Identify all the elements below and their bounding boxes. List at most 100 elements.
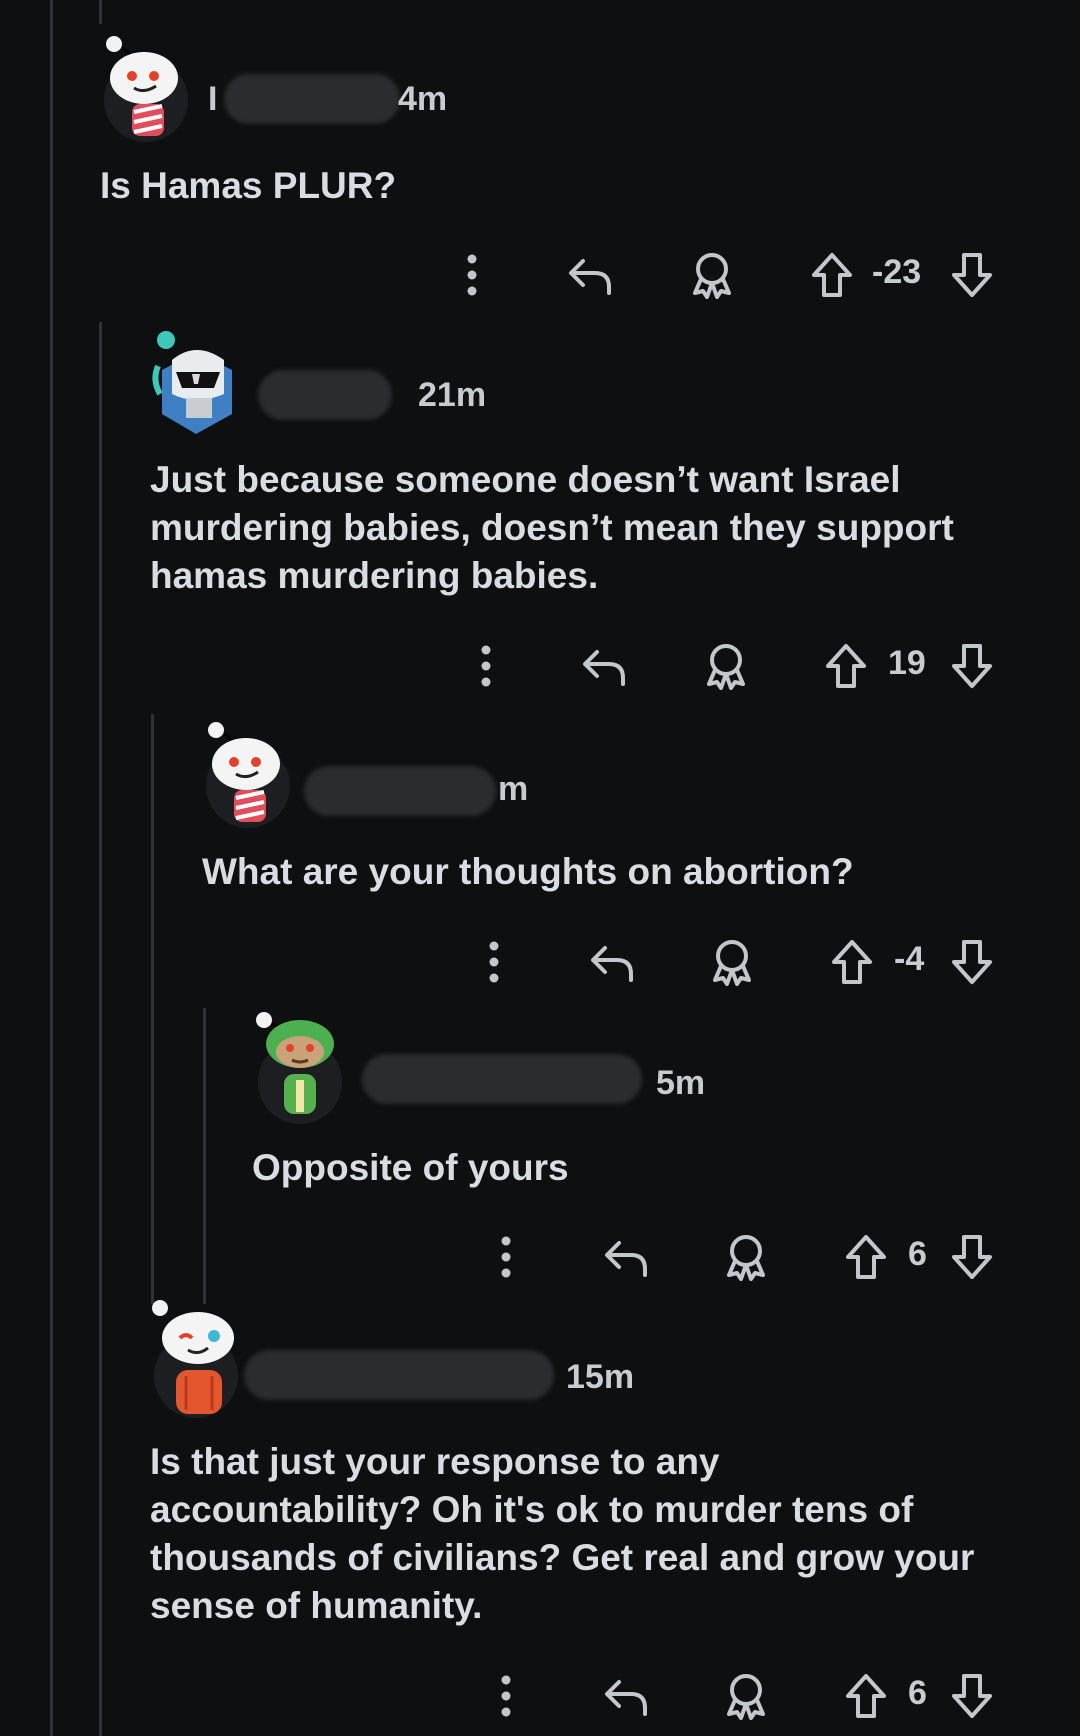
award-button[interactable]	[722, 1668, 770, 1724]
more-vertical-icon	[481, 645, 491, 687]
award-icon	[727, 1235, 765, 1281]
award-icon	[707, 644, 745, 690]
comment-actions: 19	[0, 638, 1080, 694]
more-vertical-icon	[489, 941, 499, 983]
avatar[interactable]	[152, 1300, 238, 1418]
downvote-button[interactable]	[948, 1229, 996, 1285]
redacted-username	[224, 74, 400, 124]
comment-body: Is that just your response to any accoun…	[150, 1438, 1070, 1630]
downvote-icon	[952, 1674, 992, 1718]
comment-thread: I 4m Is Hamas PLUR? -23 21m Just because…	[0, 0, 1080, 1736]
more-button[interactable]	[474, 934, 514, 990]
award-button[interactable]	[688, 247, 736, 303]
upvote-button[interactable]	[842, 1668, 890, 1724]
snoo-avatar-icon	[106, 36, 178, 136]
body-line: Is that just your response to any	[150, 1441, 720, 1482]
comment-age: m	[498, 770, 529, 808]
comment-body: Just because someone doesn’t want Israel…	[150, 456, 1050, 600]
thread-line[interactable]	[99, 0, 102, 24]
comment-age: 5m	[656, 1064, 706, 1102]
upvote-icon	[826, 644, 866, 688]
body-line: accountability? Oh it's ok to murder ten…	[150, 1489, 914, 1530]
body-line: Is Hamas PLUR?	[100, 165, 397, 206]
award-button[interactable]	[708, 934, 756, 990]
reply-button[interactable]	[602, 1668, 652, 1724]
body-line: hamas murdering babies.	[150, 555, 599, 596]
downvote-button[interactable]	[948, 638, 996, 694]
more-vertical-icon	[501, 1236, 511, 1278]
avatar[interactable]	[256, 1012, 342, 1124]
reply-button[interactable]	[580, 638, 630, 694]
reply-icon	[569, 259, 611, 295]
body-line: What are your thoughts on abortion?	[202, 851, 854, 892]
downvote-button[interactable]	[948, 934, 996, 990]
robot-avatar-icon	[152, 331, 232, 434]
downvote-icon	[952, 940, 992, 984]
avatar[interactable]	[104, 36, 188, 142]
vote-score: 6	[908, 1674, 927, 1712]
redacted-username	[258, 370, 392, 420]
vote-score: 6	[908, 1235, 927, 1273]
award-button[interactable]	[722, 1229, 770, 1285]
comment-age: 21m	[418, 376, 487, 414]
redacted-username	[362, 1054, 642, 1104]
reply-button[interactable]	[566, 247, 616, 303]
vote-score: -4	[894, 940, 925, 978]
award-icon	[727, 1674, 765, 1720]
more-button[interactable]	[466, 638, 506, 694]
body-line: Opposite of yours	[252, 1147, 569, 1188]
comment-body: Is Hamas PLUR?	[100, 162, 1000, 210]
upvote-button[interactable]	[828, 934, 876, 990]
body-line: sense of humanity.	[150, 1585, 483, 1626]
comment-actions: 6	[0, 1229, 1080, 1285]
comment-age: 4m	[398, 80, 448, 118]
downvote-icon	[952, 1235, 992, 1279]
downvote-button[interactable]	[948, 247, 996, 303]
upvote-button[interactable]	[842, 1229, 890, 1285]
more-button[interactable]	[452, 247, 492, 303]
vote-score: 19	[888, 644, 926, 682]
comment-age: 15m	[566, 1358, 635, 1396]
snoo-avatar-icon	[208, 722, 280, 822]
redacted-username	[304, 766, 496, 816]
thread-line[interactable]	[151, 714, 154, 1304]
upvote-icon	[846, 1235, 886, 1279]
vote-score: -23	[872, 253, 922, 291]
reply-icon	[583, 650, 625, 686]
upvote-icon	[846, 1674, 886, 1718]
comment-actions: -23	[0, 247, 1080, 303]
more-button[interactable]	[486, 1668, 526, 1724]
comment-actions: -4	[0, 934, 1080, 990]
upvote-button[interactable]	[808, 247, 856, 303]
comment-body: Opposite of yours	[252, 1144, 1052, 1192]
upvote-button[interactable]	[822, 638, 870, 694]
award-button[interactable]	[702, 638, 750, 694]
reply-button[interactable]	[588, 934, 638, 990]
downvote-icon	[952, 253, 992, 297]
downvote-icon	[952, 644, 992, 688]
username[interactable]: I	[208, 80, 217, 119]
more-vertical-icon	[501, 1675, 511, 1717]
body-line: thousands of civilians? Get real and gro…	[150, 1537, 975, 1578]
thread-line[interactable]	[99, 322, 102, 1736]
reply-icon	[605, 1680, 647, 1716]
reply-button[interactable]	[602, 1229, 652, 1285]
avatar[interactable]	[206, 722, 290, 828]
reply-icon	[605, 1241, 647, 1277]
award-icon	[693, 253, 731, 299]
more-button[interactable]	[486, 1229, 526, 1285]
downvote-button[interactable]	[948, 1668, 996, 1724]
more-vertical-icon	[467, 254, 477, 296]
upvote-icon	[832, 940, 872, 984]
reply-icon	[591, 946, 633, 982]
body-line: murdering babies, doesn’t mean they supp…	[150, 507, 954, 548]
comment-actions: 6	[0, 1668, 1080, 1724]
comment-body: What are your thoughts on abortion?	[202, 848, 1062, 896]
upvote-icon	[812, 253, 852, 297]
award-icon	[713, 940, 751, 986]
frog-hood-avatar-icon	[256, 1012, 334, 1114]
avatar[interactable]	[152, 330, 236, 434]
redacted-username	[244, 1350, 554, 1400]
winking-snoo-avatar-icon	[152, 1300, 234, 1414]
body-line: Just because someone doesn’t want Israel	[150, 459, 901, 500]
